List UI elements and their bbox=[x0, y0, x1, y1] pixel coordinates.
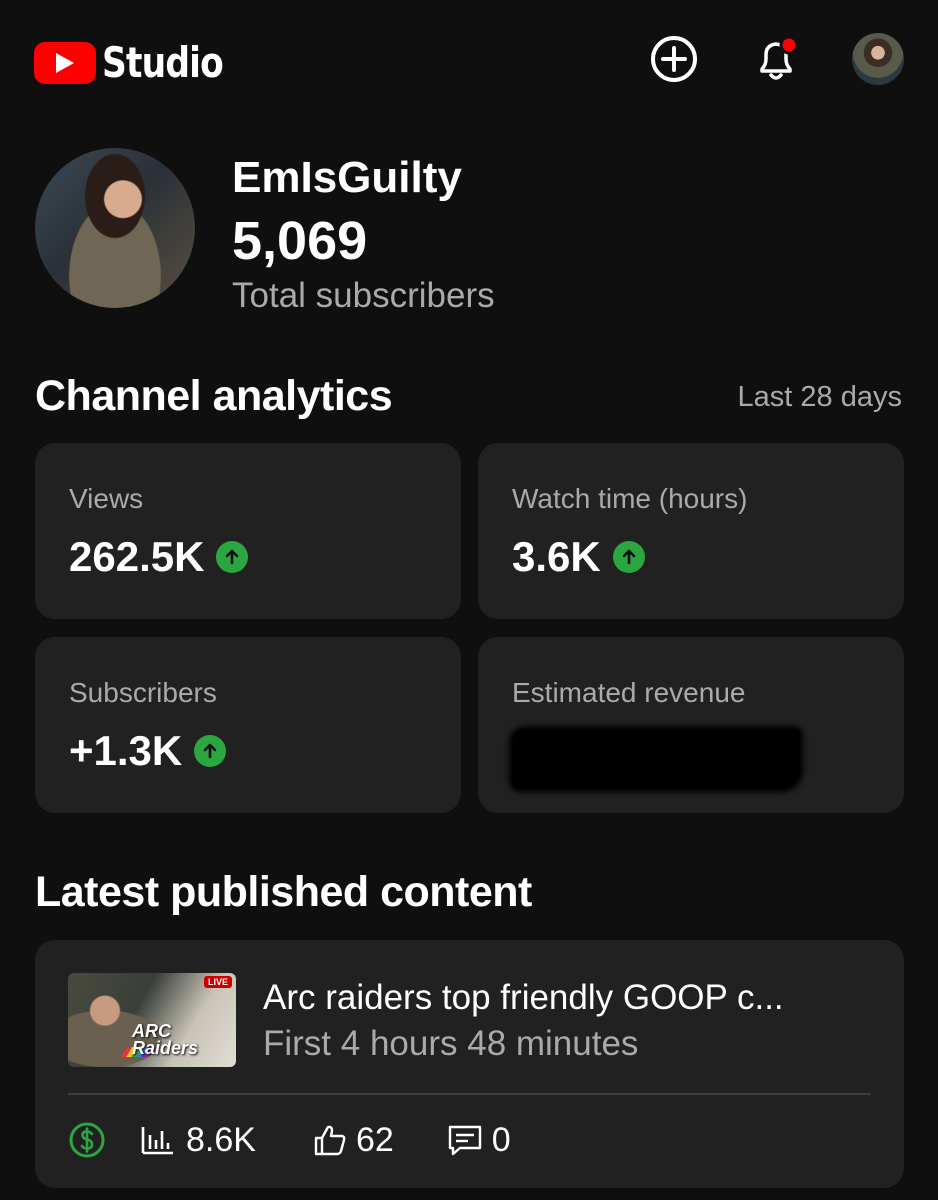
card-value: 262.5K bbox=[69, 533, 249, 581]
card-label: Views bbox=[69, 483, 144, 514]
card-value: 3.6K bbox=[512, 533, 645, 581]
redacted-value bbox=[512, 729, 800, 789]
watch-time-value: 3.6K bbox=[512, 533, 601, 580]
latest-content-title: Latest published content bbox=[35, 868, 532, 916]
bell-icon bbox=[760, 35, 799, 80]
youtube-logo-icon bbox=[34, 41, 96, 84]
notification-dot bbox=[779, 35, 799, 55]
trend-up-icon bbox=[194, 735, 227, 767]
create-plus-icon bbox=[651, 36, 697, 82]
bar-chart-icon bbox=[141, 1127, 173, 1155]
likes-stat: 62 bbox=[312, 1121, 394, 1160]
channel-name: EmIsGuilty bbox=[232, 153, 462, 202]
create-button[interactable] bbox=[649, 34, 699, 84]
comment-icon bbox=[448, 1125, 481, 1156]
views-card[interactable]: Views 262.5K bbox=[35, 443, 461, 619]
revenue-card[interactable]: Estimated revenue bbox=[478, 637, 904, 813]
studio-logo[interactable]: Studio bbox=[34, 38, 250, 87]
top-bar: Studio bbox=[0, 0, 938, 118]
card-label: Watch time (hours) bbox=[512, 483, 748, 514]
subscribers-card[interactable]: Subscribers +1.3K bbox=[35, 637, 461, 813]
logo-text: Studio bbox=[102, 38, 224, 87]
divider bbox=[68, 1093, 871, 1095]
card-label: Estimated revenue bbox=[512, 677, 746, 708]
latest-video-card[interactable]: LIVE ARC Raiders Arc raiders top friendl… bbox=[35, 940, 904, 1188]
account-avatar[interactable] bbox=[852, 33, 904, 85]
video-stats: 8.6K 62 0 bbox=[68, 1120, 511, 1160]
video-title[interactable]: Arc raiders top friendly GOOP c... bbox=[263, 978, 863, 1018]
video-thumbnail[interactable]: LIVE ARC Raiders bbox=[68, 973, 236, 1067]
monetization-status bbox=[68, 1121, 106, 1159]
card-value: +1.3K bbox=[69, 727, 227, 775]
subscriber-label: Total subscribers bbox=[232, 276, 495, 315]
likes-count: 62 bbox=[355, 1120, 394, 1159]
card-label: Subscribers bbox=[69, 677, 217, 708]
subscriber-count: 5,069 bbox=[232, 211, 368, 271]
subscribers-value: +1.3K bbox=[69, 727, 183, 774]
views-stat: 8.6K bbox=[140, 1121, 256, 1160]
thumbnail-text: ARC Raiders bbox=[132, 1021, 199, 1058]
studio-dashboard: Studio EmIsGuilty 5,069 Total subscriber… bbox=[0, 0, 938, 1200]
analytics-title: Channel analytics bbox=[35, 372, 393, 420]
views-value: 262.5K bbox=[69, 533, 205, 580]
comments-stat: 0 bbox=[446, 1121, 511, 1160]
channel-avatar[interactable] bbox=[35, 148, 195, 308]
notifications-button[interactable] bbox=[750, 34, 800, 84]
thumbs-up-icon bbox=[314, 1125, 346, 1156]
live-badge: LIVE bbox=[203, 976, 232, 988]
watch-time-card[interactable]: Watch time (hours) 3.6K bbox=[478, 443, 904, 619]
trend-up-icon bbox=[216, 541, 249, 573]
video-subtitle: First 4 hours 48 minutes bbox=[263, 1024, 639, 1063]
trend-up-icon bbox=[612, 541, 645, 573]
dollar-icon bbox=[69, 1122, 105, 1158]
views-count: 8.6K bbox=[186, 1120, 256, 1159]
comments-count: 0 bbox=[491, 1120, 511, 1159]
period-label[interactable]: Last 28 days bbox=[738, 381, 902, 414]
